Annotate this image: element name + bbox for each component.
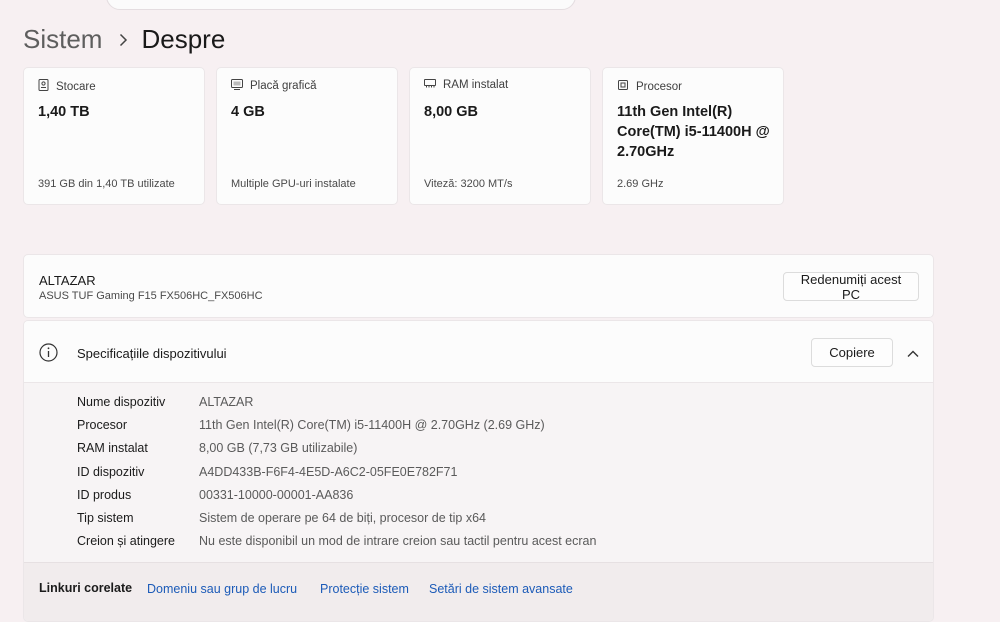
chevron-up-icon[interactable] <box>907 345 919 363</box>
spec-value: ALTAZAR <box>199 394 254 409</box>
spec-row: Nume dispozitiv ALTAZAR <box>77 390 596 413</box>
page-title: Despre <box>141 24 226 54</box>
spec-label: Creion și atingere <box>77 534 175 549</box>
card-title: Procesor <box>636 80 683 93</box>
device-specs-title: Specificațiile dispozitivului <box>77 346 227 361</box>
spec-value: 8,00 GB (7,73 GB utilizabile) <box>199 441 358 456</box>
spec-row: Procesor 11th Gen Intel(R) Core(TM) i5-1… <box>77 413 596 436</box>
link-domain-workgroup[interactable]: Domeniu sau grup de lucru <box>147 582 297 596</box>
spec-row: ID produs 00331-10000-00001-AA836 <box>77 483 596 506</box>
card-value: 8,00 GB <box>424 104 478 120</box>
graphics-card[interactable]: Placă grafică 4 GB Multiple GPU-uri inst… <box>216 67 398 205</box>
card-subtitle: 2.69 GHz <box>617 178 664 190</box>
spec-row: Creion și atingere Nu este disponibil un… <box>77 530 596 553</box>
spec-label: Procesor <box>77 417 128 432</box>
pc-name-panel: ALTAZAR ASUS TUF Gaming F15 FX506HC_FX50… <box>23 254 934 318</box>
device-specs-panel: Specificațiile dispozitivului Copiere Nu… <box>23 320 934 622</box>
spec-row: RAM instalat 8,00 GB (7,73 GB utilizabil… <box>77 437 596 460</box>
processor-icon <box>617 79 636 94</box>
storage-card[interactable]: Stocare 1,40 TB 391 GB din 1,40 TB utili… <box>23 67 205 205</box>
spec-label: Nume dispozitiv <box>77 394 166 409</box>
spec-label: Tip sistem <box>77 511 134 526</box>
related-links: Linkuri corelate Domeniu sau grup de luc… <box>24 562 933 621</box>
card-value: 4 GB <box>231 104 265 120</box>
link-system-protection[interactable]: Protecție sistem <box>320 582 409 596</box>
spec-list: Nume dispozitiv ALTAZAR Procesor 11th Ge… <box>77 390 596 553</box>
card-subtitle: Viteză: 3200 MT/s <box>424 178 513 190</box>
spec-row: ID dispozitiv A4DD433B-F6F4-4E5D-A6C2-05… <box>77 460 596 483</box>
rename-pc-button[interactable]: Redenumiți acest PC <box>783 272 919 302</box>
spec-row: Tip sistem Sistem de operare pe 64 de bi… <box>77 506 596 529</box>
spec-value: Sistem de operare pe 64 de biți, proceso… <box>199 511 486 526</box>
breadcrumb: Sistem Despre <box>23 24 225 55</box>
spec-label: ID produs <box>77 487 132 502</box>
spec-label: RAM instalat <box>77 441 148 456</box>
card-subtitle: Multiple GPU-uri instalate <box>231 178 356 190</box>
breadcrumb-parent[interactable]: Sistem <box>23 24 102 55</box>
card-value: 11th Gen Intel(R) Core(TM) i5-11400H @ 2… <box>617 104 770 160</box>
card-title: RAM instalat <box>443 79 509 91</box>
spec-label: ID dispozitiv <box>77 464 145 479</box>
pc-model: ASUS TUF Gaming F15 FX506HC_FX506HC <box>39 290 263 302</box>
chevron-right-icon <box>118 33 128 47</box>
ram-icon <box>424 79 443 91</box>
card-title: Stocare <box>56 80 96 93</box>
spec-value: Nu este disponibil un mod de intrare cre… <box>199 534 597 549</box>
card-subtitle: 391 GB din 1,40 TB utilizate <box>38 178 175 190</box>
device-specs-header[interactable]: Specificațiile dispozitivului Copiere <box>24 321 933 383</box>
pc-name: ALTAZAR <box>39 273 96 288</box>
graphics-card-icon <box>231 79 250 93</box>
spec-value: 11th Gen Intel(R) Core(TM) i5-11400H @ 2… <box>199 417 545 432</box>
related-links-label: Linkuri corelate <box>39 581 133 595</box>
spec-value: 00331-10000-00001-AA836 <box>199 487 354 502</box>
info-icon <box>39 343 58 367</box>
processor-card[interactable]: Procesor 11th Gen Intel(R) Core(TM) i5-1… <box>602 67 784 205</box>
search-box[interactable] <box>106 0 576 10</box>
copy-button[interactable]: Copiere <box>811 338 893 367</box>
storage-icon <box>38 79 56 94</box>
card-value: 1,40 TB <box>38 104 90 120</box>
ram-card[interactable]: RAM instalat 8,00 GB Viteză: 3200 MT/s <box>409 67 591 205</box>
link-advanced-system-settings[interactable]: Setări de sistem avansate <box>429 582 573 596</box>
spec-value: A4DD433B-F6F4-4E5D-A6C2-05FE0E782F71 <box>199 464 458 479</box>
card-title: Placă grafică <box>250 80 317 92</box>
